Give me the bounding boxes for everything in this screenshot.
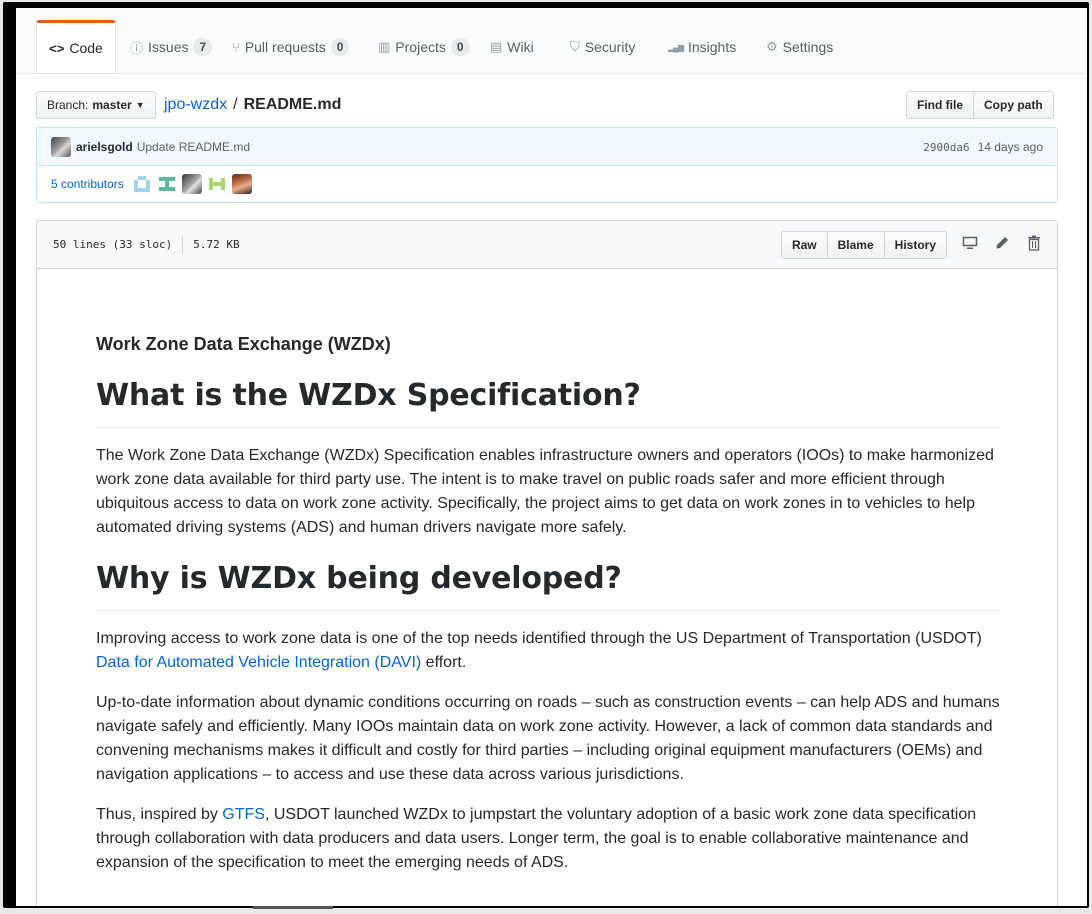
latest-commit-box: arielsgold Update README.md 2900da6 14 d… [36,127,1058,203]
trash-icon[interactable] [1025,235,1043,255]
avatar[interactable] [131,174,152,194]
readme-body: Work Zone Data Exchange (WZDx) What is t… [96,269,1000,875]
tab-security[interactable]: ⛉ Security [570,22,635,72]
breadcrumb-file: README.md [243,96,342,113]
issue-icon: ⓘ [130,40,144,56]
commit-author[interactable]: arielsgold [76,140,133,154]
file-content-box: 50 lines (33 sloc) 5.72 KB Raw Blame His… [36,220,1058,906]
paragraph-text: Improving access to work zone data is on… [96,630,982,647]
file-actions: Raw Blame History [780,231,1043,259]
commit-age: 14 days ago [977,140,1043,154]
branch-name: master [92,98,132,112]
tab-label: Wiki [507,39,534,55]
file-nav-buttons: Find file Copy path [906,91,1054,119]
avatar[interactable] [156,174,177,194]
paragraph-text: effort. [421,654,467,671]
commit-sha[interactable]: 2900da6 [923,141,969,154]
chevron-down-icon: ▼ [135,100,145,110]
branch-select-button[interactable]: Branch: master ▼ [36,91,156,119]
tab-label: Security [584,39,636,55]
contributors-link[interactable]: 5 contributors [51,177,124,191]
contributors-row: 5 contributors [37,166,1057,202]
tab-label: Projects [395,39,446,55]
file-header: 50 lines (33 sloc) 5.72 KB Raw Blame His… [37,221,1057,269]
readme-title: Work Zone Data Exchange (WZDx) [96,334,391,354]
breadcrumb-separator: / [233,96,238,113]
tab-label: Insights [687,39,737,55]
history-button[interactable]: History [884,231,947,259]
github-page: <> Code ⓘ Issues 7 ⑂ Pull requests 0 ▥ P… [16,8,1087,906]
tab-code[interactable]: <> Code [36,20,116,73]
gtfs-link[interactable]: GTFS [222,806,265,823]
issues-counter: 7 [193,38,213,56]
tab-label: Code [69,40,103,56]
pencil-icon[interactable] [993,235,1011,255]
raw-button[interactable]: Raw [780,231,828,259]
desktop-icon[interactable] [961,235,979,255]
code-icon: <> [49,40,65,56]
commit-summary: arielsgold Update README.md 2900da6 14 d… [37,128,1057,166]
tab-label: Settings [782,39,834,55]
tab-insights[interactable]: ▂▄▆ Insights [668,22,736,72]
branch-prefix: Branch: [47,98,89,112]
breadcrumb-repo-link[interactable]: jpo-wzdx [164,96,227,114]
gear-icon: ⚙ [766,39,778,54]
heading-why: Why is WZDx being developed? [96,560,1000,611]
avatar[interactable] [181,174,202,194]
avatar[interactable] [231,174,252,194]
repo-nav-tabs: <> Code ⓘ Issues 7 ⑂ Pull requests 0 ▥ P… [16,8,1087,74]
projects-counter: 0 [450,38,470,56]
blame-button[interactable]: Blame [827,231,885,259]
tab-pull-requests[interactable]: ⑂ Pull requests 0 [232,22,350,72]
find-file-button[interactable]: Find file [906,91,974,119]
wiki-icon: ▤ [490,39,503,54]
paragraph-what: The Work Zone Data Exchange (WZDx) Speci… [96,447,994,536]
paragraph-why-1: Improving access to work zone data is on… [96,627,1000,675]
divider [182,235,184,254]
tab-wiki[interactable]: ▤ Wiki [490,22,534,72]
paragraph-why-3: Thus, inspired by GTFS, USDOT launched W… [96,803,1000,875]
commit-meta: 2900da6 14 days ago [923,128,1043,166]
file-size: 5.72 KB [193,238,240,251]
tab-label: Pull requests [244,39,326,55]
davi-link[interactable]: Data for Automated Vehicle Integration (… [96,654,421,671]
scrollbar[interactable] [253,906,333,909]
tab-label: Issues [148,39,189,55]
project-icon: ▥ [378,39,391,54]
shield-icon: ⛉ [570,39,580,54]
breadcrumb: jpo-wzdx / README.md [164,92,341,118]
avatar[interactable] [206,174,227,194]
tab-issues[interactable]: ⓘ Issues 7 [130,22,213,72]
avatar[interactable] [51,136,71,157]
copy-path-button[interactable]: Copy path [974,91,1054,119]
commit-message[interactable]: Update README.md [137,140,250,154]
tab-settings[interactable]: ⚙ Settings [766,22,833,72]
pull-requests-counter: 0 [330,38,350,56]
tab-projects[interactable]: ▥ Projects 0 [378,22,470,72]
paragraph-why-2: Up-to-date information about dynamic con… [96,694,1000,783]
file-view-buttons: Raw Blame History [780,231,947,259]
paragraph-text: Thus, inspired by [96,806,223,823]
file-lines-info: 50 lines (33 sloc) [53,238,173,251]
heading-what: What is the WZDx Specification? [96,377,1000,428]
pull-request-icon: ⑂ [232,39,240,55]
graph-icon: ▂▄▆ [668,42,684,52]
